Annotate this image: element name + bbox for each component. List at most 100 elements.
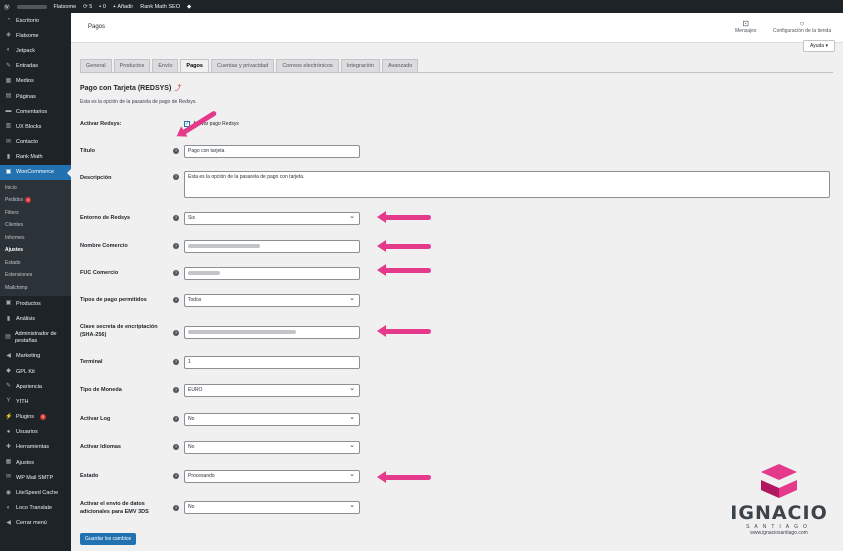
rank-math-link[interactable]: Rank Math SEO (140, 4, 180, 10)
tab-pagos[interactable]: Pagos (180, 59, 209, 73)
admin-sidebar: ◔ Escritorio ◈ Flatsome ◐ Jetpack ✎ Entradas ▦ Me… (0, 13, 71, 551)
blocks-icon: ▥ (5, 123, 12, 130)
messages-button[interactable]: ⊡ Mensajes (735, 19, 756, 34)
tab-productos[interactable]: Productos (113, 59, 151, 73)
terminal-input[interactable]: 1 (184, 356, 360, 369)
tab-correos-electrónicos[interactable]: Correos electrónicos (276, 59, 339, 73)
wordpress-icon[interactable]: Ⓦ (4, 3, 10, 11)
help-tip-icon[interactable]: ? (173, 473, 179, 479)
sidebar-item-comentarios[interactable]: ▬ Comentarios (0, 104, 71, 119)
clave-input[interactable] (184, 326, 360, 339)
estado-select[interactable]: Procesando (184, 469, 360, 483)
sidebar-item-cerrar-menú[interactable]: ◀ Cerrar menú (0, 516, 71, 531)
help-tip-icon[interactable]: ? (173, 416, 179, 422)
label-emv: Activar el envío de datos adicionales pa… (80, 501, 149, 515)
submenu-item-mailchimp[interactable]: Mailchimp (0, 282, 71, 295)
help-tip-icon[interactable]: ? (173, 505, 179, 511)
diamond-icon[interactable]: ◆ (187, 4, 191, 10)
sidebar-item-litespeed-cache[interactable]: ◉ LiteSpeed Cache (0, 485, 71, 500)
sidebar-item-contacto[interactable]: ✉ Contacto (0, 135, 71, 150)
emv-select[interactable]: No (184, 500, 360, 514)
sidebar-item-administrador-de-pestañas[interactable]: ▤ Administrador de pestañas (0, 327, 71, 349)
sidebar-item-label: LiteSpeed Cache (16, 490, 59, 497)
sidebar-item-páginas[interactable]: ▤ Páginas (0, 89, 71, 104)
entorno-select[interactable]: Sis (184, 211, 360, 225)
back-link-icon[interactable]: ⤴ (174, 85, 181, 92)
sidebar-item-flatsome[interactable]: ◈ Flatsome (0, 28, 71, 43)
help-tip-icon[interactable]: ? (173, 243, 179, 249)
sidebar-item-gpl-kit[interactable]: ◆ GPL Kit (0, 364, 71, 379)
submenu-item-filters[interactable]: Filters (0, 207, 71, 220)
sidebar-item-entradas[interactable]: ✎ Entradas (0, 59, 71, 74)
pink-arrow-icon (377, 211, 431, 223)
idiomas-select[interactable]: No (184, 440, 360, 454)
sidebar-item-label: Loco Translate (16, 505, 53, 512)
submenu-item-pedidos[interactable]: Pedidos 4 (0, 194, 71, 207)
help-tip-icon[interactable]: ? (173, 330, 179, 336)
help-tip-icon[interactable]: ? (173, 387, 179, 393)
sidebar-item-wp-mail-smtp[interactable]: ✉ WP Mail SMTP (0, 470, 71, 485)
help-tip-icon[interactable]: ? (173, 148, 179, 154)
sidebar-item-ajustes[interactable]: ▦ Ajustes (0, 455, 71, 470)
tipos-select[interactable]: Todos (184, 293, 360, 307)
sidebar-item-medios[interactable]: ▦ Medios (0, 74, 71, 89)
help-button[interactable]: Ayuda ▾ (803, 40, 835, 52)
sidebar-item-label: Marketing (16, 353, 41, 360)
fuc-input[interactable] (184, 267, 360, 280)
sidebar-item-label: Medios (16, 78, 34, 85)
sidebar-item-plugins[interactable]: ⚡ Plugins 5 (0, 410, 71, 425)
sidebar-item-yith[interactable]: Y YITH (0, 394, 71, 409)
sidebar-item-label: WP Mail SMTP (16, 474, 54, 481)
tab-general[interactable]: General (80, 59, 112, 73)
updates-icon[interactable]: ⟳ 5 (83, 4, 92, 10)
sidebar-item-usuarios[interactable]: ● Usuarios (0, 425, 71, 440)
tab-integración[interactable]: Integración (340, 59, 380, 73)
store-setup-button[interactable]: ○ Configuración de la tienda (773, 19, 831, 34)
sidebar-item-ux-blocks[interactable]: ▥ UX Blocks (0, 119, 71, 134)
sidebar-item-woocommerce[interactable]: ▣ WooCommerce (0, 164, 71, 180)
submenu-item-ajustes[interactable]: Ajustes (0, 244, 71, 257)
redacted-value (188, 270, 220, 275)
label-titulo: Título (80, 148, 95, 154)
help-tip-icon[interactable]: ? (173, 215, 179, 221)
sidebar-item-loco-translate[interactable]: ◐ Loco Translate (0, 501, 71, 516)
help-tip-icon[interactable]: ? (173, 297, 179, 303)
site-name[interactable]: Flatsome (54, 4, 77, 10)
submenu-item-informes[interactable]: Informes (0, 232, 71, 245)
help-tip-icon[interactable]: ? (173, 270, 179, 276)
section-description: Esta es la opción de la pasarela de pago… (80, 99, 197, 105)
log-select[interactable]: No (184, 412, 360, 426)
sidebar-item-apariencia[interactable]: ✎ Apariencia (0, 379, 71, 394)
add-new-link[interactable]: + Añadir (113, 4, 133, 10)
submenu-item-clientes[interactable]: Clientes (0, 219, 71, 232)
sidebar-item-análisis[interactable]: ▮ Análisis (0, 312, 71, 327)
sidebar-item-productos[interactable]: ▣ Productos (0, 296, 71, 311)
descripcion-textarea[interactable]: Esta es la opción de la pasarela de pago… (184, 171, 830, 198)
tab-avanzado[interactable]: Avanzado (381, 59, 419, 73)
sidebar-item-jetpack[interactable]: ◐ Jetpack (0, 43, 71, 58)
help-tip-icon[interactable]: ? (173, 359, 179, 365)
tab-cuentas-y-privacidad[interactable]: Cuentas y privacidad (210, 59, 275, 73)
plugins-count-badge: 5 (40, 414, 47, 421)
save-button[interactable]: Guardar los cambios (80, 533, 137, 545)
submenu-item-inicio[interactable]: Inicio (0, 182, 71, 195)
moneda-select[interactable]: EURO (184, 383, 360, 397)
comments-icon[interactable]: ▪ 0 (99, 4, 106, 10)
collapse-icon: ◀ (6, 519, 11, 526)
nombre-comercio-input[interactable] (184, 240, 360, 253)
blurred-home[interactable] (16, 4, 47, 9)
sidebar-item-label: Flatsome (16, 32, 39, 39)
help-tip-icon[interactable]: ? (173, 174, 179, 180)
sidebar-item-herramientas[interactable]: ✚ Herramientas (0, 440, 71, 455)
sidebar-item-label: Contacto (16, 139, 39, 146)
sidebar-item-rank-math[interactable]: ▮ Rank Math (0, 150, 71, 165)
submenu-item-extensiones[interactable]: Extensiones (0, 269, 71, 282)
titulo-input[interactable]: Pago con tarjeta (184, 145, 360, 158)
sidebar-item-marketing[interactable]: ◀ Marketing (0, 349, 71, 364)
sidebar-item-escritorio[interactable]: ◔ Escritorio (0, 13, 71, 28)
pink-arrow-icon (377, 240, 431, 252)
yith-icon: Y (6, 398, 11, 405)
tab-envío[interactable]: Envío (152, 59, 179, 73)
submenu-item-estado[interactable]: Estado (0, 257, 71, 270)
help-tip-icon[interactable]: ? (173, 444, 179, 450)
